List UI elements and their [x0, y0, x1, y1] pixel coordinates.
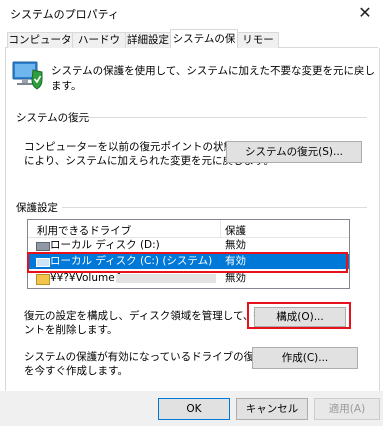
close-icon[interactable]: ✕ [350, 2, 380, 24]
drive-name: ローカル ディスク (D:) [50, 239, 160, 251]
window-title: システムのプロパティ [10, 8, 120, 21]
ok-button[interactable]: OK [158, 398, 230, 420]
drive-status: 無効 [225, 239, 246, 251]
highlight-box-configure [247, 302, 351, 329]
system-restore-button[interactable]: システムの復元(S)... [226, 141, 362, 163]
create-desc-line2: を今すぐ作成します。 [24, 365, 128, 377]
tab-system-protection[interactable]: システムの保護 [170, 29, 238, 64]
drive-row-volume[interactable]: ¥¥?¥Volume{ 無効 [28, 271, 349, 286]
tab-hardware[interactable]: ハードウェア [72, 32, 126, 61]
apply-button[interactable]: 適用(A) [314, 398, 380, 420]
drive-icon [36, 242, 50, 251]
cancel-button[interactable]: キャンセル [236, 398, 308, 420]
col-available-drives[interactable]: 利用できるドライブ [37, 223, 131, 238]
drive-list-header: 利用できるドライブ 保護 [28, 220, 349, 238]
tab-advanced[interactable]: 詳細設定 [125, 32, 171, 48]
tab-computer-name[interactable]: コンピューター名 [7, 32, 73, 61]
tab-remote[interactable]: リモート [237, 32, 279, 61]
drive-name: ¥¥?¥Volume{ [50, 272, 122, 284]
title-bar: システムのプロパティ ✕ [0, 0, 383, 26]
col-separator [220, 220, 221, 237]
col-protection[interactable]: 保護 [225, 223, 246, 238]
create-button[interactable]: 作成(C)... [252, 347, 358, 369]
drive-status: 無効 [225, 272, 246, 284]
protection-heading: 保護設定 [16, 202, 58, 214]
system-protection-icon [12, 61, 43, 90]
protection-divider [62, 207, 367, 208]
drive-row-d[interactable]: ローカル ディスク (D:) 無効 [28, 238, 349, 253]
redacted-volume-id [116, 274, 216, 283]
highlight-box-drive [27, 252, 348, 273]
configure-desc-line2: ントを削除します。 [24, 324, 118, 336]
restore-divider [75, 117, 367, 118]
folder-icon [36, 274, 50, 285]
dialog-footer: OK キャンセル 適用(A) [0, 391, 383, 426]
intro-text: システムの保護を使用して、システムに加えた不要な変更を元に戻します。 [51, 65, 376, 92]
